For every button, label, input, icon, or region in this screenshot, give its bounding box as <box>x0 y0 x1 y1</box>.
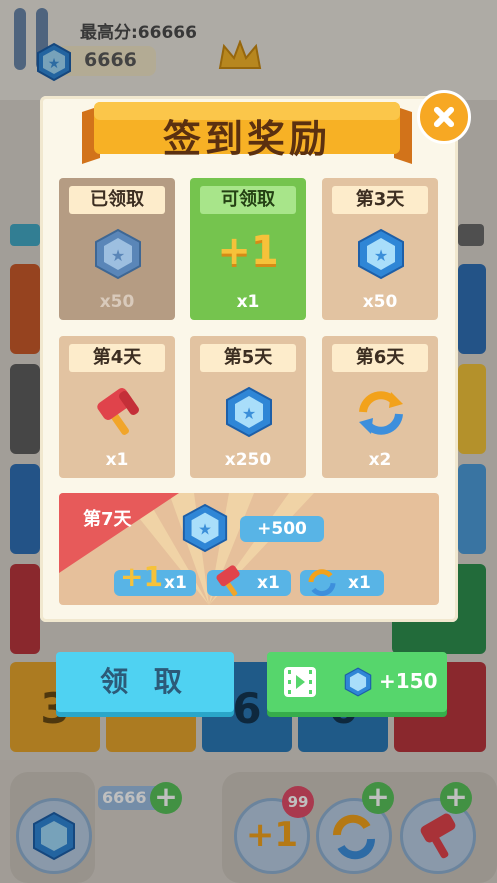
hammer-icon <box>97 388 139 435</box>
day-card-6: 第6天 x2 <box>322 336 438 478</box>
item-amount: x1 <box>164 573 187 593</box>
day7-item-shuffle: x1 <box>300 569 384 596</box>
item-amount: x1 <box>257 573 280 593</box>
svg-text:★: ★ <box>111 246 125 265</box>
reward-amount: x2 <box>368 450 392 470</box>
day-card-2[interactable]: 可领取 +1 x1 <box>190 178 306 320</box>
reward-amount: x1 <box>236 292 260 312</box>
gem-icon: ★ <box>358 228 404 280</box>
reward-amount: x1 <box>105 450 129 470</box>
reward-amount: x250 <box>224 450 272 470</box>
item-amount: x1 <box>348 573 371 593</box>
day-card-4: 第4天 x1 <box>59 336 175 478</box>
svg-text:★: ★ <box>374 246 388 265</box>
day7-item-hammer: x1 <box>207 565 291 597</box>
claim-button[interactable]: 领 取 <box>56 652 234 712</box>
day7-item-plus-one: +1 x1 <box>114 563 196 596</box>
day-card-3: 第3天 ★ x50 <box>322 178 438 320</box>
plus-one-icon: +1 <box>120 560 163 593</box>
gem-reward: +500 <box>240 516 324 542</box>
day-label: 第4天 <box>69 344 165 372</box>
video-icon <box>284 667 316 697</box>
svg-text:★: ★ <box>242 404 256 423</box>
gem-icon <box>344 667 372 697</box>
day-label: 第5天 <box>200 344 296 372</box>
svg-text:★: ★ <box>198 521 212 539</box>
shuffle-icon <box>359 391 403 435</box>
day-label: 可领取 <box>200 186 296 214</box>
video-reward: +150 <box>379 669 438 693</box>
day-label: 已领取 <box>69 186 165 214</box>
shuffle-icon <box>308 569 336 596</box>
day-label: 第6天 <box>332 344 428 372</box>
gem-icon: ★ <box>182 503 228 553</box>
close-button[interactable] <box>417 90 471 144</box>
reward-amount: x50 <box>362 292 398 312</box>
gem-icon: ★ <box>226 386 272 438</box>
gem-icon: ★ <box>95 228 141 280</box>
watch-video-button[interactable]: +150 <box>267 652 447 712</box>
reward-amount: x50 <box>99 292 135 312</box>
plus-one-icon: +1 <box>217 228 279 274</box>
hammer-icon <box>216 565 240 597</box>
day-label: 第7天 <box>83 509 132 530</box>
day-card-1: 已领取 ★ x50 <box>59 178 175 320</box>
dialog-title: 签到奖励 <box>162 117 331 161</box>
day-card-5: 第5天 ★ x250 <box>190 336 306 478</box>
day-label: 第3天 <box>332 186 428 214</box>
